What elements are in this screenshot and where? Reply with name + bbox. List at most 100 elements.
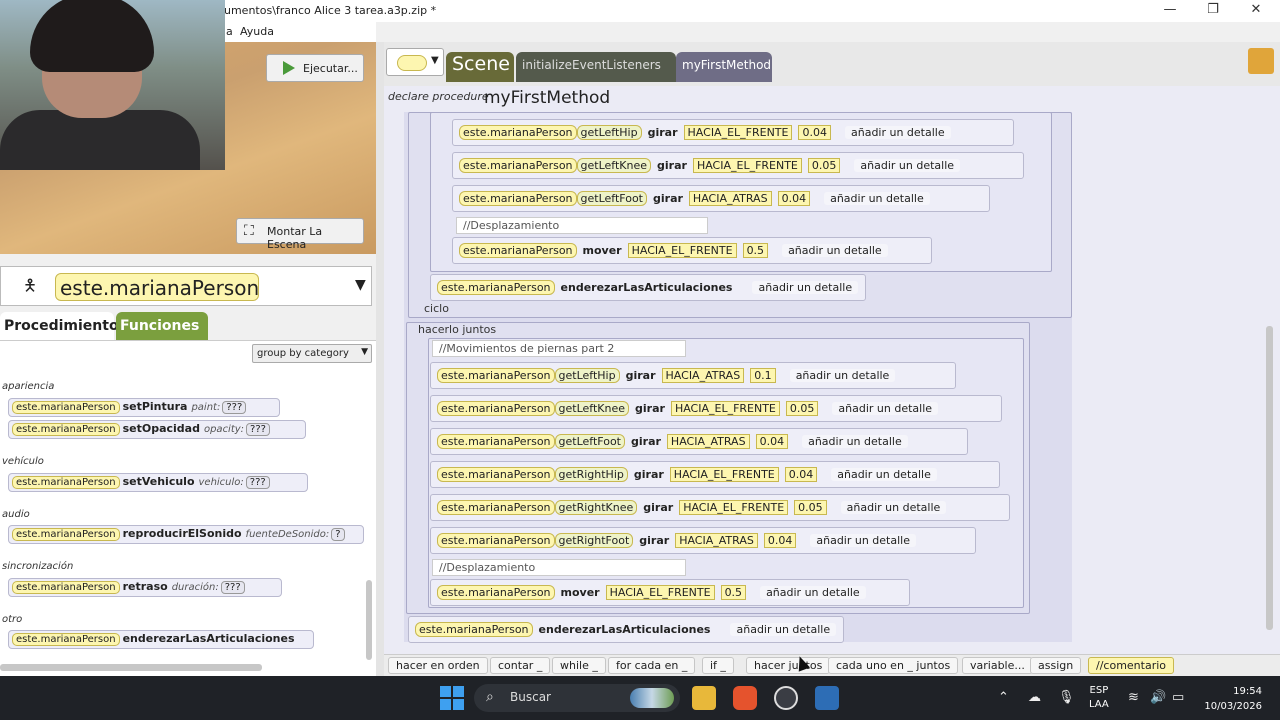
add-detail-button[interactable]: añadir un detalle bbox=[752, 281, 859, 294]
control-do-together[interactable]: hacer juntos bbox=[746, 657, 831, 674]
comment-block[interactable]: //Desplazamiento bbox=[432, 559, 686, 576]
direction-value[interactable]: HACIA_EL_FRENTE bbox=[683, 125, 793, 140]
add-detail-button[interactable]: añadir un detalle bbox=[730, 623, 837, 636]
maximize-button[interactable]: ❐ bbox=[1203, 2, 1223, 20]
tab-procedures[interactable]: Procedimiento bbox=[0, 312, 119, 340]
taskbar-search[interactable]: ⌕ Buscar bbox=[474, 684, 680, 712]
run-button[interactable]: Ejecutar... bbox=[266, 54, 364, 82]
object-selector[interactable]: 🯅 este.marianaPerson ▼ bbox=[0, 266, 372, 306]
tab-functions[interactable]: Funciones bbox=[116, 312, 208, 340]
onedrive-icon[interactable]: ☁ bbox=[1028, 690, 1041, 705]
procedure-block[interactable]: este.marianaPerson enderezarLasArticulaci… bbox=[8, 630, 314, 649]
microphone-icon[interactable]: 🎙 bbox=[1058, 690, 1075, 705]
menu-item-partial[interactable]: a bbox=[226, 25, 233, 38]
taskbar-clock[interactable]: 19:54 10/03/2026 bbox=[1202, 684, 1262, 714]
direction-value[interactable]: HACIA_EL_FRENTE bbox=[605, 585, 715, 600]
windows-start-icon[interactable] bbox=[440, 686, 464, 710]
direction-value[interactable]: HACIA_EL_FRENTE bbox=[669, 467, 779, 482]
split-divider[interactable] bbox=[376, 42, 384, 676]
control-variable[interactable]: variable... bbox=[962, 657, 1033, 674]
control-while[interactable]: while _ bbox=[552, 657, 606, 674]
setup-scene-button[interactable]: ⛶ Montar La Escena bbox=[236, 218, 364, 251]
group-by-select[interactable]: group by category ▼ bbox=[252, 344, 372, 363]
add-detail-button[interactable]: añadir un detalle bbox=[782, 244, 888, 257]
turn-statement[interactable]: este.marianaPerson getRightKnee girar HACIA… bbox=[430, 494, 1010, 521]
editor-vertical-scrollbar[interactable] bbox=[1266, 326, 1273, 630]
straighten-statement[interactable]: este.marianaPerson enderezarLasArticulaci… bbox=[430, 274, 866, 301]
direction-value[interactable]: HACIA_EL_FRENTE bbox=[679, 500, 789, 515]
add-detail-button[interactable]: añadir un detalle bbox=[844, 126, 951, 139]
battery-icon[interactable]: ▭ bbox=[1172, 690, 1184, 705]
chrome-icon[interactable] bbox=[774, 686, 798, 710]
add-detail-button[interactable]: añadir un detalle bbox=[824, 192, 930, 205]
add-detail-button[interactable]: añadir un detalle bbox=[789, 369, 896, 382]
amount-value[interactable]: 0.05 bbox=[807, 158, 841, 173]
amount-value[interactable]: 0.1 bbox=[750, 368, 776, 383]
volume-icon[interactable]: 🔊 bbox=[1150, 690, 1166, 705]
amount-value[interactable]: 0.5 bbox=[742, 243, 769, 258]
control-each-in-together[interactable]: cada uno en _ juntos bbox=[828, 657, 959, 674]
amount-value[interactable]: 0.04 bbox=[755, 434, 789, 449]
control-comment[interactable]: //comentario bbox=[1088, 657, 1175, 674]
add-detail-button[interactable]: añadir un detalle bbox=[832, 402, 939, 415]
minimize-button[interactable]: — bbox=[1160, 2, 1180, 20]
turn-statement[interactable]: este.marianaPerson getLeftHip girar HACIA_E… bbox=[452, 119, 1014, 146]
amount-value[interactable]: 0.04 bbox=[784, 467, 818, 482]
type-selector[interactable]: ▼ bbox=[386, 48, 444, 76]
control-do-in-order[interactable]: hacer en orden bbox=[388, 657, 488, 674]
amount-value[interactable]: 0.04 bbox=[763, 533, 797, 548]
direction-value[interactable]: HACIA_EL_FRENTE bbox=[692, 158, 802, 173]
add-detail-button[interactable]: añadir un detalle bbox=[840, 501, 947, 514]
direction-value[interactable]: HACIA_ATRAS bbox=[661, 368, 745, 383]
amount-value[interactable]: 0.04 bbox=[777, 191, 811, 206]
direction-value[interactable]: HACIA_EL_FRENTE bbox=[670, 401, 780, 416]
tab-my-first-method[interactable]: myFirstMethod bbox=[676, 52, 772, 82]
direction-value[interactable]: HACIA_ATRAS bbox=[666, 434, 750, 449]
amount-value[interactable]: 0.5 bbox=[720, 585, 747, 600]
comment-block[interactable]: //Desplazamiento bbox=[456, 217, 708, 234]
brave-browser-icon[interactable] bbox=[733, 686, 757, 710]
add-detail-button[interactable]: añadir un detalle bbox=[760, 586, 866, 599]
procedure-block[interactable]: este.marianaPerson setPintura paint:??? bbox=[8, 398, 280, 417]
add-detail-button[interactable]: añadir un detalle bbox=[831, 468, 937, 481]
direction-value[interactable]: HACIA_EL_FRENTE bbox=[627, 243, 737, 258]
turn-statement[interactable]: este.marianaPerson getRightFoot girar HACIA… bbox=[430, 527, 976, 554]
amount-value[interactable]: 0.04 bbox=[798, 125, 831, 140]
turn-statement[interactable]: este.marianaPerson getLeftKnee girar HACIA_… bbox=[452, 152, 1024, 179]
procedure-block[interactable]: este.marianaPerson setOpacidad opacity:??? bbox=[8, 420, 306, 439]
direction-value[interactable]: HACIA_ATRAS bbox=[688, 191, 772, 206]
add-detail-button[interactable]: añadir un detalle bbox=[810, 534, 916, 547]
straighten-statement[interactable]: este.marianaPerson enderezarLasArticulaci… bbox=[408, 616, 844, 643]
dropdown-caret-icon[interactable]: ▼ bbox=[355, 277, 366, 293]
turn-statement[interactable]: este.marianaPerson getLeftKnee girar HACIA_… bbox=[430, 395, 1002, 422]
wifi-icon[interactable]: ≋ bbox=[1128, 690, 1139, 705]
clipboard-icon[interactable] bbox=[1248, 48, 1274, 74]
control-count[interactable]: contar _ bbox=[490, 657, 551, 674]
tray-overflow-icon[interactable]: ⌃ bbox=[998, 690, 1009, 705]
control-for-each[interactable]: for cada en _ bbox=[608, 657, 696, 674]
move-statement[interactable]: este.marianaPerson mover HACIA_EL_FRENTE 0.… bbox=[452, 237, 932, 264]
turn-statement[interactable]: este.marianaPerson getLeftHip girar HACIA_A… bbox=[430, 362, 956, 389]
procedure-block[interactable]: este.marianaPerson reproducirElSonido fuen… bbox=[8, 525, 364, 544]
turn-statement[interactable]: este.marianaPerson getRightHip girar HACIA_… bbox=[430, 461, 1000, 488]
add-detail-button[interactable]: añadir un detalle bbox=[802, 435, 908, 448]
language-indicator[interactable]: ESP LAA bbox=[1089, 684, 1109, 712]
add-detail-button[interactable]: añadir un detalle bbox=[854, 159, 961, 172]
alice-app-icon[interactable] bbox=[815, 686, 839, 710]
tab-initialize-event-listeners[interactable]: initializeEventListeners bbox=[516, 52, 676, 82]
horizontal-scrollbar[interactable] bbox=[0, 664, 262, 671]
direction-value[interactable]: HACIA_ATRAS bbox=[675, 533, 758, 548]
move-statement[interactable]: este.marianaPerson mover HACIA_EL_FRENTE 0.… bbox=[430, 579, 910, 606]
procedure-block[interactable]: este.marianaPerson setVehiculo vehiculo:??… bbox=[8, 473, 308, 492]
amount-value[interactable]: 0.05 bbox=[794, 500, 827, 515]
tab-scene[interactable]: Scene bbox=[446, 52, 514, 82]
vertical-scrollbar[interactable] bbox=[366, 580, 372, 660]
file-explorer-icon[interactable] bbox=[692, 686, 716, 710]
turn-statement[interactable]: este.marianaPerson getLeftFoot girar HACIA_… bbox=[452, 185, 990, 212]
close-button[interactable]: ✕ bbox=[1246, 2, 1266, 20]
procedure-block[interactable]: este.marianaPerson retraso duración:??? bbox=[8, 578, 282, 597]
comment-block[interactable]: //Movimientos de piernas part 2 bbox=[432, 340, 686, 357]
amount-value[interactable]: 0.05 bbox=[785, 401, 819, 416]
control-assign[interactable]: assign bbox=[1030, 657, 1082, 674]
control-if[interactable]: if _ bbox=[702, 657, 734, 674]
